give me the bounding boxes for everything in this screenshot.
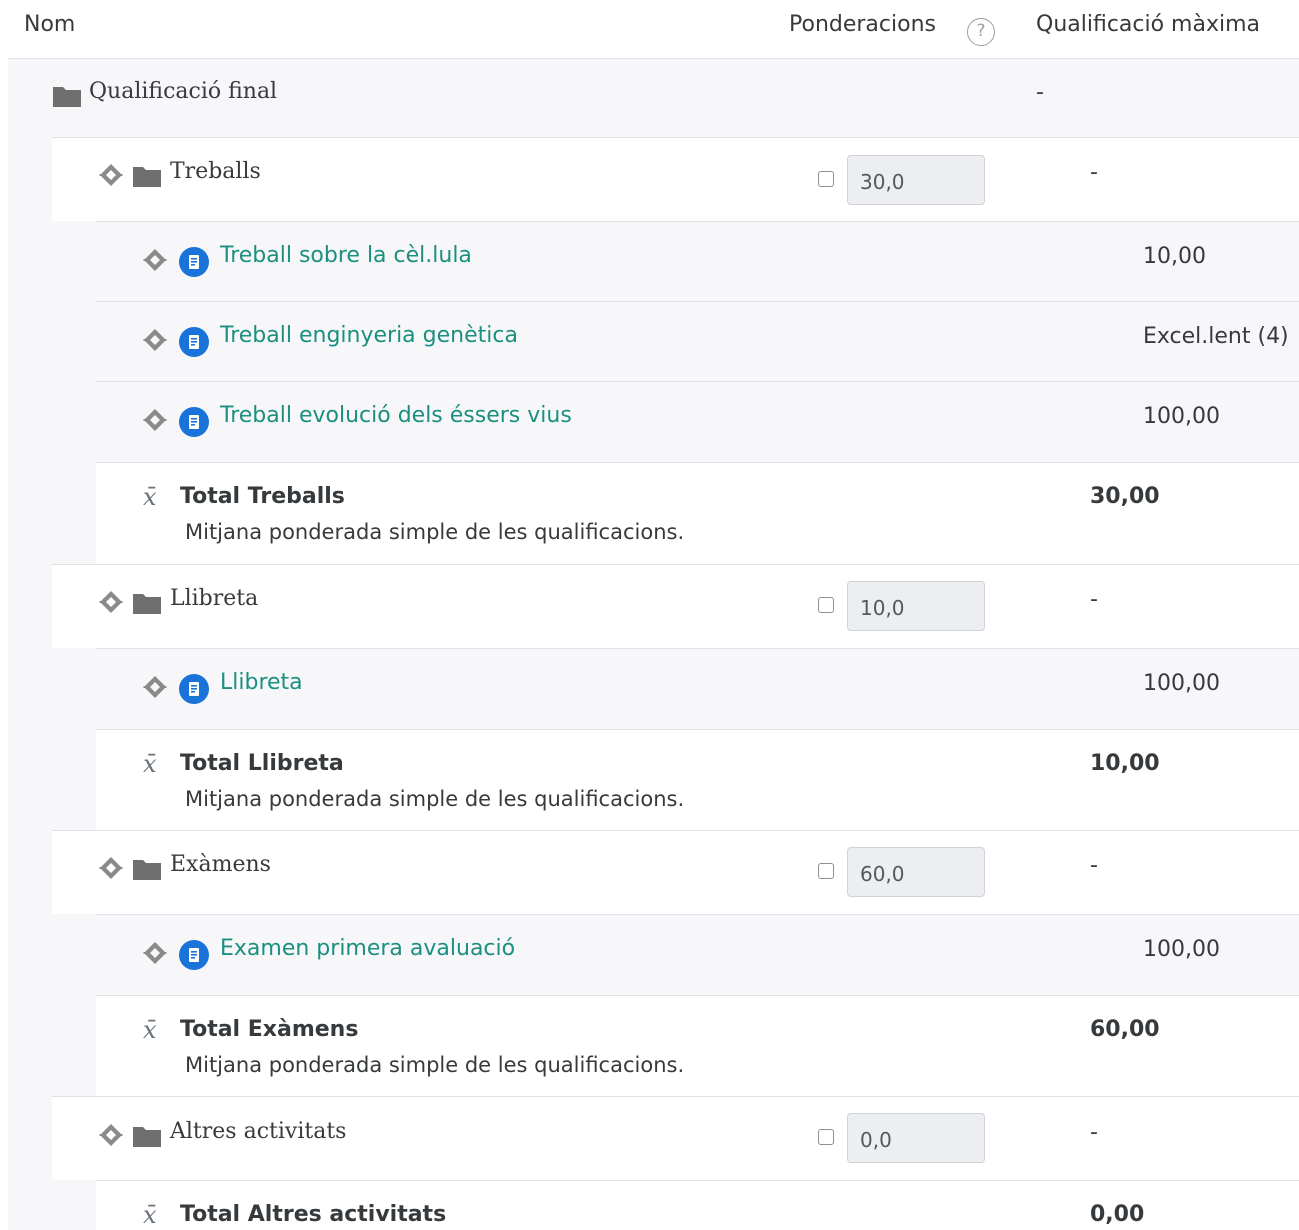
course-total-label: Qualificació final: [89, 79, 278, 104]
weight-input[interactable]: 0,0: [847, 1113, 985, 1163]
column-header-max-grade: Qualificació màxima: [1036, 12, 1261, 37]
category-label-llibreta: Llibreta: [170, 586, 259, 611]
row-divider: [96, 381, 1299, 382]
category-total-label: Total Altres activitats: [180, 1202, 447, 1227]
aggregation-icon: x̄: [143, 1016, 157, 1044]
move-icon[interactable]: [97, 1123, 125, 1147]
grade-item-link[interactable]: Treball sobre la cèl.lula: [220, 243, 472, 268]
move-icon[interactable]: [141, 408, 169, 432]
weight-input[interactable]: 30,0: [847, 155, 985, 205]
category-label-treballs: Treballs: [170, 159, 261, 184]
row-divider: [52, 137, 1299, 138]
item-max-grade: 100,00: [1143, 404, 1220, 429]
category-rail-examens: [52, 914, 96, 1096]
folder-icon: [133, 1127, 161, 1147]
move-icon[interactable]: [141, 675, 169, 699]
weight-input[interactable]: 10,0: [847, 581, 985, 631]
weight-override-checkbox[interactable]: [818, 863, 834, 879]
row-divider: [96, 648, 1299, 649]
move-icon[interactable]: [141, 328, 169, 352]
move-icon[interactable]: [141, 941, 169, 965]
move-icon[interactable]: [141, 248, 169, 272]
category-total-max: 60,00: [1090, 1017, 1160, 1042]
row-divider: [52, 830, 1299, 831]
item-max-grade: 100,00: [1143, 671, 1220, 696]
folder-icon: [133, 860, 161, 880]
grade-item-link[interactable]: Examen primera avaluació: [220, 936, 515, 961]
category-total-max: 30,00: [1090, 484, 1160, 509]
category-max-grade: -: [1090, 853, 1098, 878]
course-left-rail: [8, 137, 52, 1230]
category-total-max: 0,00: [1090, 1202, 1145, 1227]
aggregation-description: Mitjana ponderada simple de les qualific…: [185, 787, 685, 811]
item-max-grade: Excel.lent (4): [1143, 324, 1289, 349]
grade-item-link[interactable]: Treball enginyeria genètica: [220, 323, 518, 348]
row-divider: [96, 221, 1299, 222]
grade-item-link[interactable]: Llibreta: [220, 670, 303, 695]
weight-input[interactable]: 60,0: [847, 847, 985, 897]
aggregation-icon: x̄: [143, 750, 157, 778]
row-divider: [96, 995, 1299, 996]
assignment-icon: [179, 674, 209, 704]
aggregation-description: Mitjana ponderada simple de les qualific…: [185, 1053, 685, 1077]
course-total-max: -: [1036, 80, 1044, 105]
category-total-label: Total Exàmens: [180, 1017, 359, 1042]
row-divider: [96, 1180, 1299, 1181]
item-max-grade: 10,00: [1143, 244, 1206, 269]
assignment-icon: [179, 247, 209, 277]
help-icon[interactable]: ?: [967, 18, 995, 46]
category-rail-treballs: [52, 221, 96, 564]
category-label-altres: Altres activitats: [170, 1119, 347, 1144]
category-rail-altres: [52, 1180, 96, 1230]
category-max-grade: -: [1090, 1120, 1098, 1145]
aggregation-icon: x̄: [143, 1201, 157, 1229]
row-divider: [52, 564, 1299, 565]
column-header-weights: Ponderacions: [789, 12, 936, 37]
weight-override-checkbox[interactable]: [818, 171, 834, 187]
category-label-examens: Exàmens: [170, 852, 271, 877]
category-total-label: Total Treballs: [180, 484, 345, 509]
category-total-label: Total Llibreta: [180, 751, 344, 776]
category-rail-llibreta: [52, 648, 96, 830]
assignment-icon: [179, 327, 209, 357]
row-divider: [96, 462, 1299, 463]
grade-item-link[interactable]: Treball evolució dels éssers vius: [220, 403, 572, 428]
row-divider: [52, 1096, 1299, 1097]
weight-override-checkbox[interactable]: [818, 1129, 834, 1145]
weight-override-checkbox[interactable]: [818, 597, 834, 613]
row-divider: [96, 729, 1299, 730]
folder-icon: [53, 87, 81, 107]
aggregation-icon: x̄: [143, 483, 157, 511]
row-divider: [96, 914, 1299, 915]
category-max-grade: -: [1090, 587, 1098, 612]
row-divider: [96, 301, 1299, 302]
category-max-grade: -: [1090, 160, 1098, 185]
folder-icon: [133, 594, 161, 614]
move-icon[interactable]: [97, 590, 125, 614]
column-header-name: Nom: [24, 12, 76, 37]
move-icon[interactable]: [97, 856, 125, 880]
assignment-icon: [179, 940, 209, 970]
move-icon[interactable]: [97, 163, 125, 187]
aggregation-description: Mitjana ponderada simple de les qualific…: [185, 520, 685, 544]
category-total-max: 10,00: [1090, 751, 1160, 776]
assignment-icon: [179, 407, 209, 437]
item-max-grade: 100,00: [1143, 937, 1220, 962]
folder-icon: [133, 167, 161, 187]
